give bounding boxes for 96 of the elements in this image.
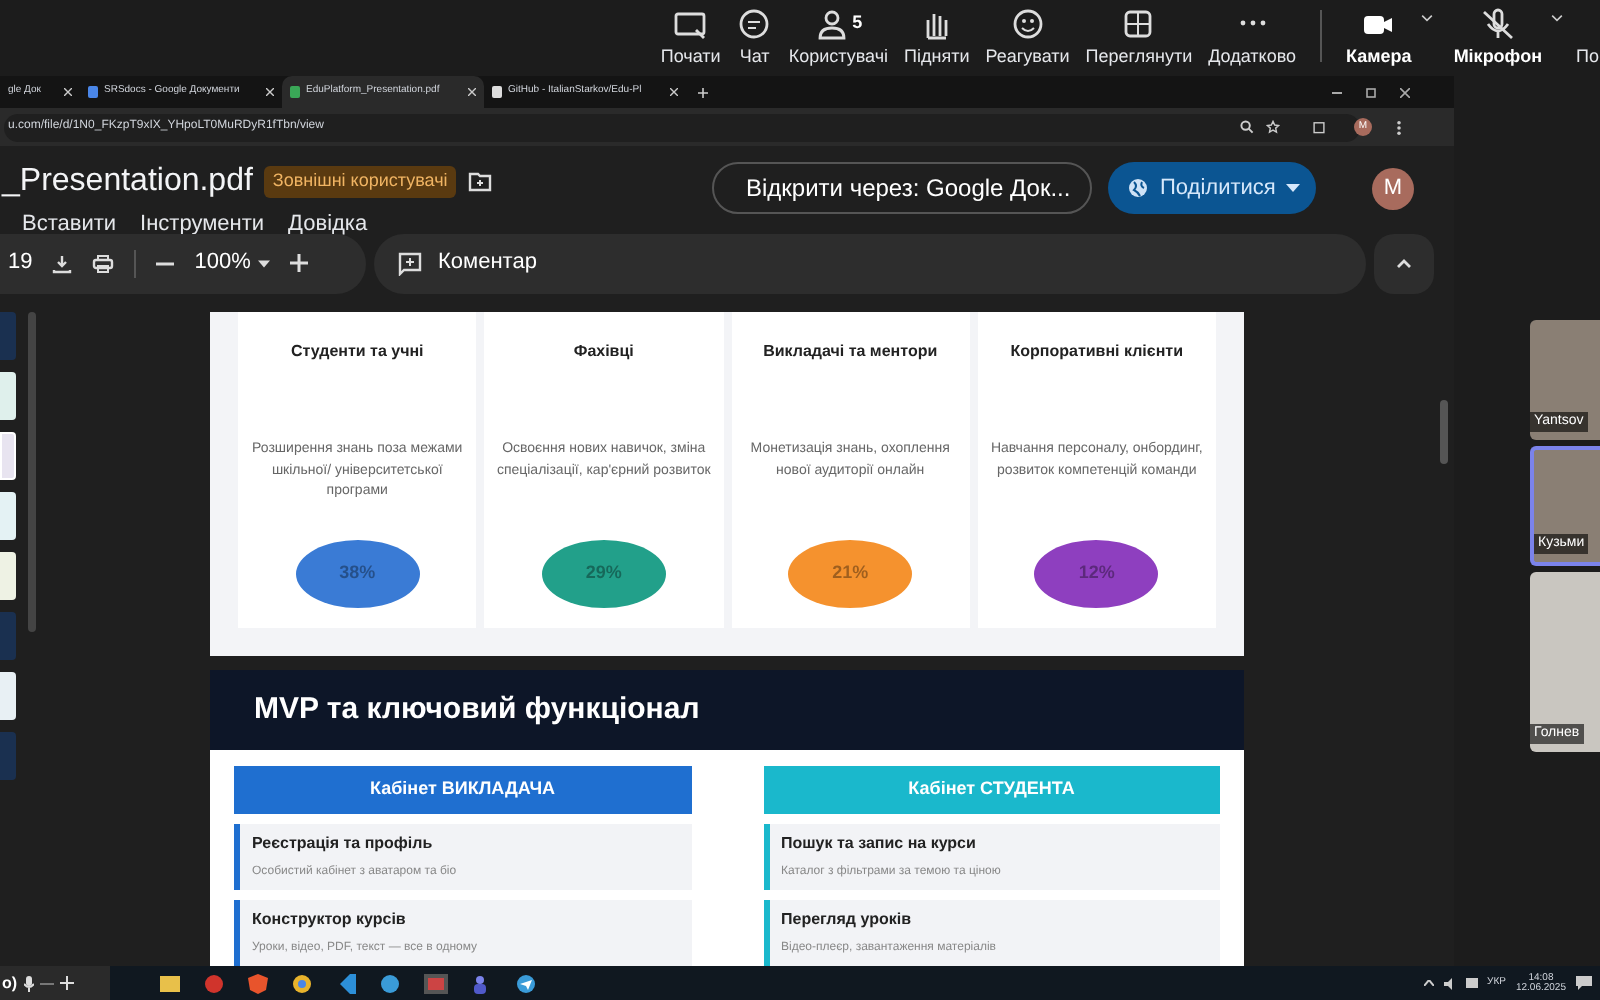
more-icon [1239, 20, 1266, 26]
window-icon[interactable] [424, 973, 448, 993]
chevron-up-icon [1396, 258, 1412, 268]
user-avatar[interactable]: M [1372, 167, 1414, 209]
close-icon[interactable] [670, 88, 678, 96]
app-icon[interactable] [380, 973, 400, 993]
feature-title: Конструктор курсів [252, 908, 408, 932]
external-users-badge: Зовнішні користувачі [264, 166, 456, 198]
card-title: Студенти та учні [290, 340, 424, 364]
download-icon[interactable] [52, 253, 73, 273]
minimize-icon[interactable] [1332, 91, 1342, 93]
tab-favicon-icon [88, 86, 98, 98]
toolbar-button[interactable]: Додатково [1200, 7, 1305, 70]
chat-icon [736, 7, 773, 39]
feature-title: Пошук та запис на курси [781, 832, 978, 856]
slide-thumbnail[interactable] [0, 672, 16, 720]
new-tab-icon[interactable] [698, 87, 708, 97]
more-icon[interactable] [1396, 119, 1402, 135]
microphone-icon[interactable] [23, 975, 34, 991]
toolbar-button[interactable]: Підняти [896, 7, 978, 70]
close-icon[interactable] [1400, 87, 1410, 97]
menu-item[interactable]: Інструменти [140, 208, 265, 241]
notification-icon[interactable] [1576, 976, 1592, 990]
slide-thumbnail[interactable] [0, 612, 16, 660]
share-button[interactable]: Поділитися [1108, 162, 1316, 214]
percent-ellipse: 38% [295, 540, 420, 608]
dropdown-caret-icon[interactable] [1286, 184, 1300, 192]
minus-icon[interactable] [39, 981, 54, 985]
folder-icon[interactable] [467, 172, 492, 192]
toolbar-button[interactable]: Камера [1338, 7, 1420, 70]
close-icon[interactable] [468, 88, 476, 96]
extension-icon[interactable] [1312, 120, 1326, 134]
folder-icon[interactable] [160, 975, 180, 991]
zoom-in-icon[interactable] [290, 254, 309, 272]
feature-title: Реєстрація та профіль [252, 832, 435, 856]
feature-title: Перегляд уроків [781, 908, 913, 932]
toolbar-button[interactable]: По [1576, 11, 1600, 70]
slide-thumbnail[interactable] [0, 732, 16, 780]
toolbar-button[interactable]: Почати [652, 7, 729, 70]
scrollbar[interactable] [28, 312, 36, 632]
tab-favicon-icon [290, 86, 300, 98]
zoom-level[interactable]: 100% [194, 246, 251, 280]
page-number: 19 [8, 248, 33, 279]
search-icon[interactable] [1240, 120, 1254, 134]
participant-count: 5 [852, 9, 863, 36]
app-icon[interactable] [204, 973, 224, 993]
print-icon[interactable] [92, 253, 115, 273]
card-title: Фахівці [573, 340, 634, 364]
muted-microphone-icon [1479, 7, 1516, 39]
menu-item[interactable]: Вставити [22, 208, 117, 241]
chevron-down-icon[interactable] [1419, 14, 1434, 22]
percent-ellipse: 21% [788, 540, 913, 608]
paper-plane-icon[interactable] [516, 973, 536, 993]
toolbar-button[interactable]: 5 Користувачі [780, 7, 897, 70]
slide-title: MVP та ключовий функціонал [254, 689, 700, 730]
toolbar-button[interactable]: Переглянути [1077, 7, 1201, 70]
slide-thumbnail[interactable] [0, 552, 16, 600]
control-label: о) [2, 971, 18, 995]
menu-item[interactable]: Довідка [288, 208, 368, 241]
tab-favicon-icon [492, 86, 502, 98]
people-icon[interactable] [472, 973, 492, 993]
comment-bar[interactable]: Коментар [374, 233, 1366, 293]
shield-icon[interactable] [248, 973, 268, 993]
close-icon[interactable] [266, 88, 274, 96]
toolbar-button[interactable]: Реагувати [977, 7, 1078, 70]
grid-icon [1120, 7, 1157, 39]
network-icon[interactable] [1465, 978, 1478, 988]
open-with-button[interactable]: Відкрити через: Google Док... [712, 162, 1092, 214]
smiley-icon [1009, 7, 1046, 39]
column-header: Кабінет ВИКЛАДАЧА [234, 766, 691, 814]
close-icon[interactable] [64, 88, 72, 96]
percent-ellipse: 12% [1034, 540, 1159, 608]
card-title: Викладачі та ментори [763, 340, 938, 364]
restore-icon[interactable] [1366, 87, 1376, 97]
file-title: _Presentation.pdf [2, 162, 253, 202]
chevron-up-icon[interactable] [1423, 980, 1434, 986]
plus-icon[interactable] [59, 976, 74, 990]
dropdown-caret-icon[interactable] [258, 259, 271, 267]
column-header: Кабінет СТУДЕНТА [763, 766, 1220, 814]
slide-thumbnail[interactable] [0, 312, 16, 360]
people-icon [814, 7, 851, 39]
speaker-icon[interactable] [1443, 977, 1456, 989]
scrollbar[interactable] [1440, 400, 1448, 464]
toolbar-button[interactable]: Мікрофон [1445, 7, 1550, 70]
browser-icon[interactable] [292, 973, 312, 993]
share-screen-icon [672, 7, 709, 39]
comment-icon [398, 251, 422, 275]
toolbar-button[interactable]: Чат [728, 7, 781, 70]
slide-thumbnail[interactable] [0, 372, 16, 420]
globe-icon [1128, 178, 1148, 198]
slide-thumbnail[interactable] [0, 432, 16, 480]
percent-ellipse: 29% [541, 540, 666, 608]
star-icon[interactable] [1266, 120, 1280, 134]
card-title: Корпоративні клієнти [1010, 340, 1183, 364]
chevron-down-icon[interactable] [1550, 14, 1564, 22]
slide-thumbnail[interactable] [0, 492, 16, 540]
